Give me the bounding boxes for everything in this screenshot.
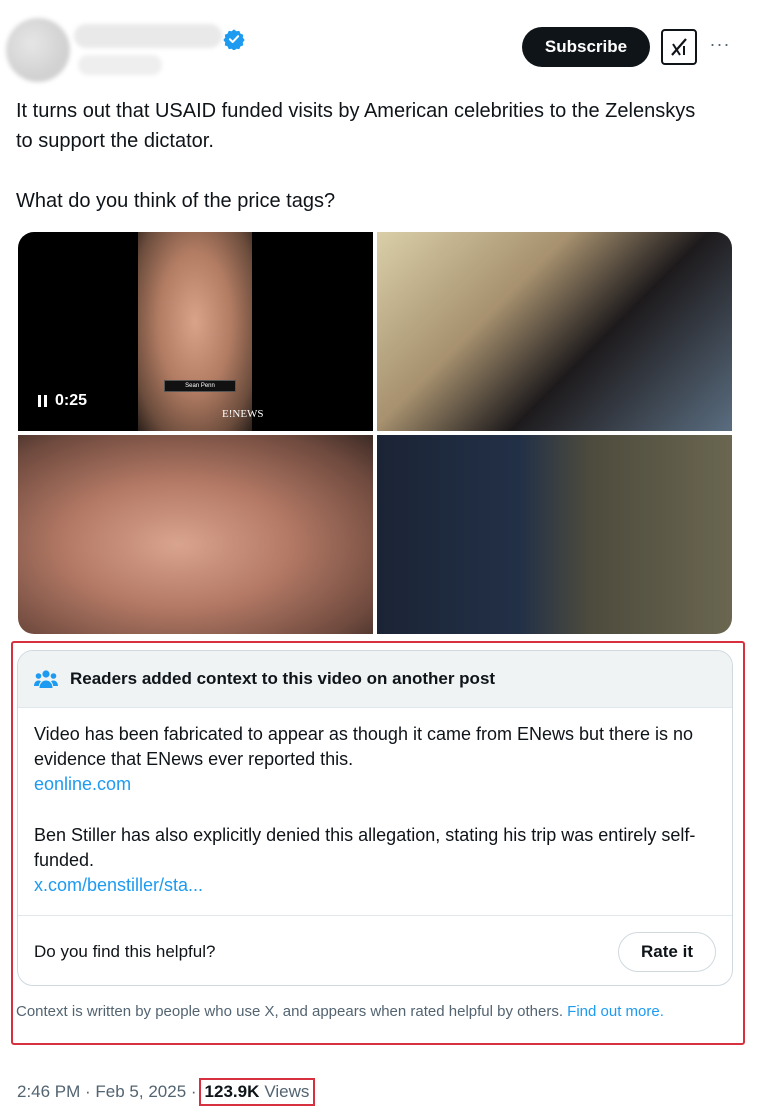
find-out-more-link[interactable]: Find out more. xyxy=(567,1003,664,1020)
display-name-redacted[interactable] xyxy=(74,24,222,48)
grok-slash-icon xyxy=(671,38,687,56)
post-meta: 2:46 PM · Feb 5, 2025 · 123.9K Views xyxy=(17,1078,316,1106)
image-tile-4[interactable] xyxy=(377,435,732,634)
tweet-paragraph-2: What do you think of the price tags? xyxy=(16,190,336,212)
grok-icon[interactable] xyxy=(661,29,697,65)
tweet-paragraph-1: It turns out that USAID funded visits by… xyxy=(16,100,696,152)
note-source-link-2[interactable]: x.com/benstiller/sta... xyxy=(34,873,716,898)
views-label: Views xyxy=(264,1082,310,1101)
video-tile[interactable]: Sean Penn E!NEWS 0:25 xyxy=(18,232,373,431)
helpful-question: Do you find this helpful? xyxy=(34,941,216,961)
people-icon xyxy=(34,670,58,688)
community-note-body: Video has been fabricated to appear as t… xyxy=(18,708,732,898)
tweet-text: It turns out that USAID funded visits by… xyxy=(16,96,716,216)
views-highlight: 123.9K Views xyxy=(198,1078,316,1106)
note-source-link-1[interactable]: eonline.com xyxy=(34,772,716,797)
handle-redacted[interactable] xyxy=(78,55,162,75)
community-note-header: Readers added context to this video on a… xyxy=(18,651,732,708)
views-count: 123.9K xyxy=(204,1082,260,1101)
video-frame-face xyxy=(138,232,252,431)
rate-it-button[interactable]: Rate it xyxy=(618,931,716,972)
post-timestamp[interactable]: 2:46 PM · Feb 5, 2025 · xyxy=(17,1080,197,1104)
community-note-title: Readers added context to this video on a… xyxy=(70,669,496,688)
pause-icon[interactable] xyxy=(38,395,47,407)
note-paragraph-2: Ben Stiller has also explicitly denied t… xyxy=(34,825,696,870)
verified-badge-icon xyxy=(223,29,245,50)
image-tile-3[interactable] xyxy=(18,435,373,634)
community-note-card: Readers added context to this video on a… xyxy=(17,650,733,986)
image-tile-2[interactable] xyxy=(377,232,732,431)
subscribe-button[interactable]: Subscribe xyxy=(522,27,650,67)
video-duration: 0:25 xyxy=(55,392,88,409)
video-lower-third: Sean Penn xyxy=(164,380,236,392)
more-options-icon[interactable]: ··· xyxy=(707,34,733,58)
disclaimer-text: Context is written by people who use X, … xyxy=(16,1003,563,1020)
enews-watermark: E!NEWS xyxy=(222,408,264,420)
community-note-disclaimer: Context is written by people who use X, … xyxy=(16,1001,728,1022)
video-duration-badge[interactable]: 0:25 xyxy=(38,392,87,410)
note-paragraph-1: Video has been fabricated to appear as t… xyxy=(34,724,694,769)
community-note-footer: Do you find this helpful? Rate it xyxy=(18,915,732,985)
avatar[interactable] xyxy=(6,18,70,82)
media-grid: Sean Penn E!NEWS 0:25 xyxy=(18,232,732,634)
